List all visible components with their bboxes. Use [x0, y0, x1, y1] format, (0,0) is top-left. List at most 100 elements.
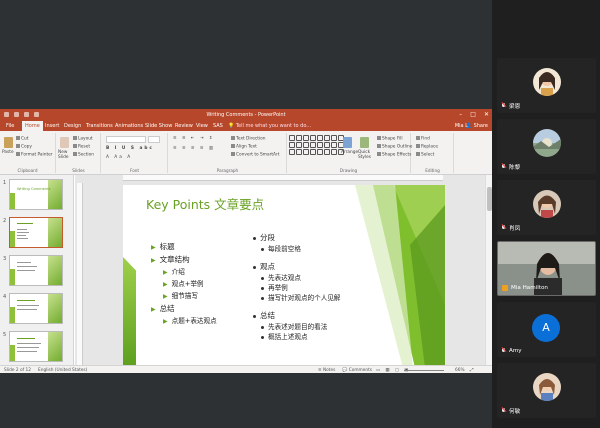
bullet-text: 观点+举例	[171, 280, 204, 288]
list-buttons[interactable]: ≡ ≡ ⇤ ⇥ ⇕	[173, 136, 214, 141]
avatar: A	[532, 314, 560, 342]
bullet-item: 总结	[253, 310, 275, 321]
language-indicator[interactable]: English (United States)	[38, 368, 87, 373]
select-button[interactable]: Select	[416, 152, 434, 158]
cut-label: Cut	[21, 136, 29, 142]
horizontal-ruler	[123, 175, 443, 181]
reset-button[interactable]: Reset	[73, 144, 90, 150]
paste-icon[interactable]	[4, 137, 13, 148]
paste-button[interactable]: Paste	[2, 150, 14, 155]
bullet-item: ▶ 点题+表达观点	[163, 315, 217, 325]
vertical-scrollbar[interactable]	[485, 175, 492, 365]
participant-tile[interactable]: A Amy	[497, 302, 596, 357]
replace-label: Replace	[421, 144, 438, 150]
format-painter-button[interactable]: Format Painter	[16, 152, 53, 158]
tab-insert[interactable]: Insert	[45, 123, 59, 129]
bullet-item: 概括上述观点	[261, 331, 308, 341]
participant-name-row: 肖凤	[501, 224, 520, 232]
tab-transitions[interactable]: Transitions	[86, 123, 113, 129]
drawing-group: Shape Fill Shape Outline Shape Effects D…	[287, 133, 412, 173]
participant-name-row: Mia Hamilton	[502, 285, 548, 291]
select-label: Select	[421, 152, 435, 158]
text-direction-button[interactable]: Text Direction	[231, 136, 265, 142]
shape-outline-button[interactable]: Shape Outline	[377, 144, 412, 150]
tell-me-search[interactable]: 💡 Tell me what you want to do...	[228, 123, 311, 129]
slide-thumbnail-2[interactable]	[9, 217, 63, 248]
bullet-dot-icon	[253, 314, 256, 318]
reset-icon	[73, 144, 77, 148]
vertical-ruler	[77, 183, 83, 365]
tab-home[interactable]: Home	[22, 121, 43, 131]
bullet-item: 先表达观点	[261, 272, 301, 282]
bullet-text: 先表达观点	[268, 274, 301, 282]
status-bar: Slide 2 of 12 English (United States) ≡ …	[0, 365, 492, 373]
section-button[interactable]: Section	[73, 152, 94, 158]
bullet-item: 分段	[253, 232, 275, 243]
bullet-text: 总结	[260, 311, 275, 320]
tab-animations[interactable]: Animations	[115, 123, 143, 129]
layout-label: Layout	[78, 136, 93, 142]
copy-button[interactable]: Copy	[16, 144, 32, 150]
slide-number: 5	[3, 332, 7, 338]
section-label: Section	[78, 152, 94, 158]
convert-smartart-button[interactable]: Convert to SmartArt	[231, 152, 279, 158]
minimize-icon[interactable]: –	[459, 111, 462, 118]
bullet-item: ▶ 细节描写	[163, 290, 198, 300]
bullet-text: 细节描写	[171, 292, 198, 300]
bullet-item: 观点	[253, 261, 275, 272]
bullet-text: 先表述对题目的看法	[268, 323, 328, 331]
participant-tile-active[interactable]: Mia Hamilton	[497, 241, 596, 296]
shape-fill-button[interactable]: Shape Fill	[377, 136, 403, 142]
bullet-dot-icon	[253, 265, 256, 269]
maximize-icon[interactable]: □	[470, 111, 476, 118]
participant-tile[interactable]: 肖凤	[497, 180, 596, 235]
align-text-button[interactable]: Align Text	[231, 144, 257, 150]
slide-thumbnail-4[interactable]	[9, 293, 63, 324]
new-slide-icon[interactable]	[60, 137, 69, 148]
tab-review[interactable]: Review	[175, 123, 193, 129]
bullet-dot-icon	[261, 286, 264, 290]
font-style-buttons[interactable]: B I U S abc	[106, 146, 154, 151]
slide-thumbnail-5[interactable]	[9, 331, 63, 362]
share-button[interactable]: 👤 Share	[466, 123, 488, 129]
comments-button[interactable]: 💬 Comments	[342, 368, 372, 373]
slide-thumbnails-pane: 1 Writing Comments 2 3 4 5	[0, 175, 74, 365]
find-button[interactable]: Find	[416, 136, 430, 142]
align-text-icon	[231, 144, 235, 148]
zoom-level[interactable]: 66%	[455, 368, 465, 373]
current-slide[interactable]: Key Points 文章要点 ▶ 标题 ▶ 文章结构 ▶ 介绍 ▶ 观点+举例 ▶ 细节描写 ▶ 总…	[123, 185, 445, 368]
bullet-text: 介绍	[171, 268, 185, 276]
slide-title[interactable]: Key Points 文章要点	[146, 194, 264, 213]
bullet-dot-icon	[261, 247, 264, 251]
avatar	[533, 373, 561, 401]
notes-button[interactable]: ≡ Notes	[318, 368, 335, 373]
layout-button[interactable]: Layout	[73, 136, 93, 142]
tab-design[interactable]: Design	[64, 123, 81, 129]
cut-button[interactable]: Cut	[16, 136, 28, 142]
participant-name-row: Amy	[501, 348, 522, 354]
slide-thumbnail-3[interactable]	[9, 255, 63, 286]
tab-view[interactable]: View	[196, 123, 208, 129]
slide-number: 2	[3, 218, 7, 224]
format-painter-label: Format Painter	[21, 152, 53, 158]
bullet-text: 标题	[159, 242, 175, 251]
align-buttons[interactable]: ≡ ≡ ≡ ≡ ▥	[173, 146, 215, 151]
fit-slide-icon[interactable]: ⤢	[470, 368, 473, 373]
tab-sas[interactable]: SAS	[213, 123, 223, 129]
font-color-buttons[interactable]: A Aa A	[106, 155, 132, 160]
zoom-slider[interactable]	[404, 370, 444, 371]
participant-tile[interactable]: 梁恩	[497, 58, 596, 113]
font-size-box[interactable]	[148, 136, 160, 143]
close-icon[interactable]: ✕	[484, 111, 489, 118]
participant-tile[interactable]: 陈黎	[497, 119, 596, 174]
slide-thumbnail-1[interactable]: Writing Comments	[9, 179, 63, 210]
tab-slide-show[interactable]: Slide Show	[145, 123, 172, 129]
new-slide-button[interactable]: New Slide	[58, 150, 69, 160]
copy-icon	[16, 144, 20, 148]
font-name-box[interactable]	[106, 136, 146, 143]
bullet-text: 再举例	[268, 284, 288, 292]
tab-file[interactable]: File	[6, 123, 14, 129]
replace-button[interactable]: Replace	[416, 144, 438, 150]
participant-tile[interactable]: 何敏	[497, 363, 596, 418]
shape-effects-button[interactable]: Shape Effects	[377, 152, 411, 158]
